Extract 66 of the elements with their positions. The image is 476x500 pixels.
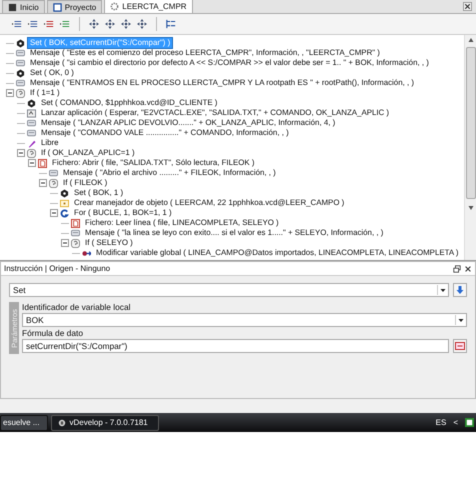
tree-icon[interactable] <box>166 19 176 29</box>
file-icon <box>38 158 47 168</box>
indent-icon[interactable] <box>60 19 70 29</box>
set-icon <box>60 188 69 198</box>
apply-button[interactable] <box>453 283 467 297</box>
dropdown-icon <box>457 316 465 324</box>
tray-toggle[interactable]: < <box>453 418 458 427</box>
collapse-toggle[interactable] <box>50 209 58 217</box>
message-icon <box>16 58 25 68</box>
if-icon <box>27 148 36 158</box>
set-icon <box>16 38 25 48</box>
indent-icon[interactable] <box>44 19 54 29</box>
collapse-toggle[interactable] <box>17 149 25 157</box>
field-label: Fórmula de dato <box>22 328 84 338</box>
scroll-down-icon[interactable] <box>468 205 474 211</box>
indent-icon[interactable] <box>28 19 38 29</box>
message-icon <box>27 128 36 138</box>
launch-icon <box>27 108 36 118</box>
window-icon <box>52 2 62 12</box>
move-icon[interactable] <box>137 19 147 29</box>
dropdown-icon <box>439 286 447 294</box>
message-icon <box>16 48 25 58</box>
move-icon[interactable] <box>121 19 131 29</box>
handle-icon <box>60 198 69 208</box>
scrollbar-thumb[interactable] <box>466 47 476 199</box>
down-arrow-icon <box>455 285 465 295</box>
indent-icon[interactable] <box>12 19 22 29</box>
tray-app-icon[interactable] <box>465 418 474 427</box>
field-label: Identificador de variable local <box>22 302 132 312</box>
file-icon <box>71 218 80 228</box>
message-icon <box>49 168 58 178</box>
set-icon <box>16 68 25 78</box>
modify-icon <box>82 248 91 258</box>
collapse-toggle[interactable] <box>39 179 47 187</box>
formula-button[interactable] <box>453 339 467 353</box>
variable-select[interactable]: BOK <box>22 313 467 327</box>
app-icon <box>58 418 66 426</box>
move-icon[interactable] <box>89 19 99 29</box>
for-icon <box>60 208 69 218</box>
instruction-select[interactable]: Set <box>9 283 449 297</box>
tab[interactable]: Proyecto <box>46 0 102 13</box>
if-icon <box>49 178 58 188</box>
tab[interactable]: LEERCTA_CMPR <box>104 0 193 13</box>
scrollbar[interactable] <box>464 35 476 260</box>
set-icon <box>27 98 36 108</box>
formula-icon <box>455 341 465 351</box>
scroll-up-icon[interactable] <box>468 37 474 43</box>
taskbar-button[interactable]: vDevelop - 7.0.0.7181 <box>51 414 159 430</box>
message-icon <box>27 118 36 128</box>
formula-field[interactable]: setCurrentDir("S:/Compar") <box>22 339 449 353</box>
if-icon <box>71 238 80 248</box>
taskbar-button[interactable]: esuelve ... <box>0 414 48 430</box>
gear-icon <box>110 2 120 11</box>
close-icon[interactable] <box>464 264 472 272</box>
collapse-toggle[interactable] <box>61 239 69 247</box>
collapse-toggle[interactable] <box>28 159 36 167</box>
language-indicator[interactable]: ES <box>436 418 446 427</box>
collapse-toggle[interactable] <box>6 89 14 97</box>
message-icon <box>71 228 80 238</box>
if-icon <box>16 88 25 98</box>
move-icon[interactable] <box>105 19 115 29</box>
float-icon[interactable] <box>453 264 461 272</box>
panel-title: Instrucción | Origen - Ninguno <box>4 264 110 273</box>
close-icon[interactable] <box>463 2 472 11</box>
tab[interactable]: Inicio <box>2 0 45 13</box>
message-icon <box>16 78 25 88</box>
